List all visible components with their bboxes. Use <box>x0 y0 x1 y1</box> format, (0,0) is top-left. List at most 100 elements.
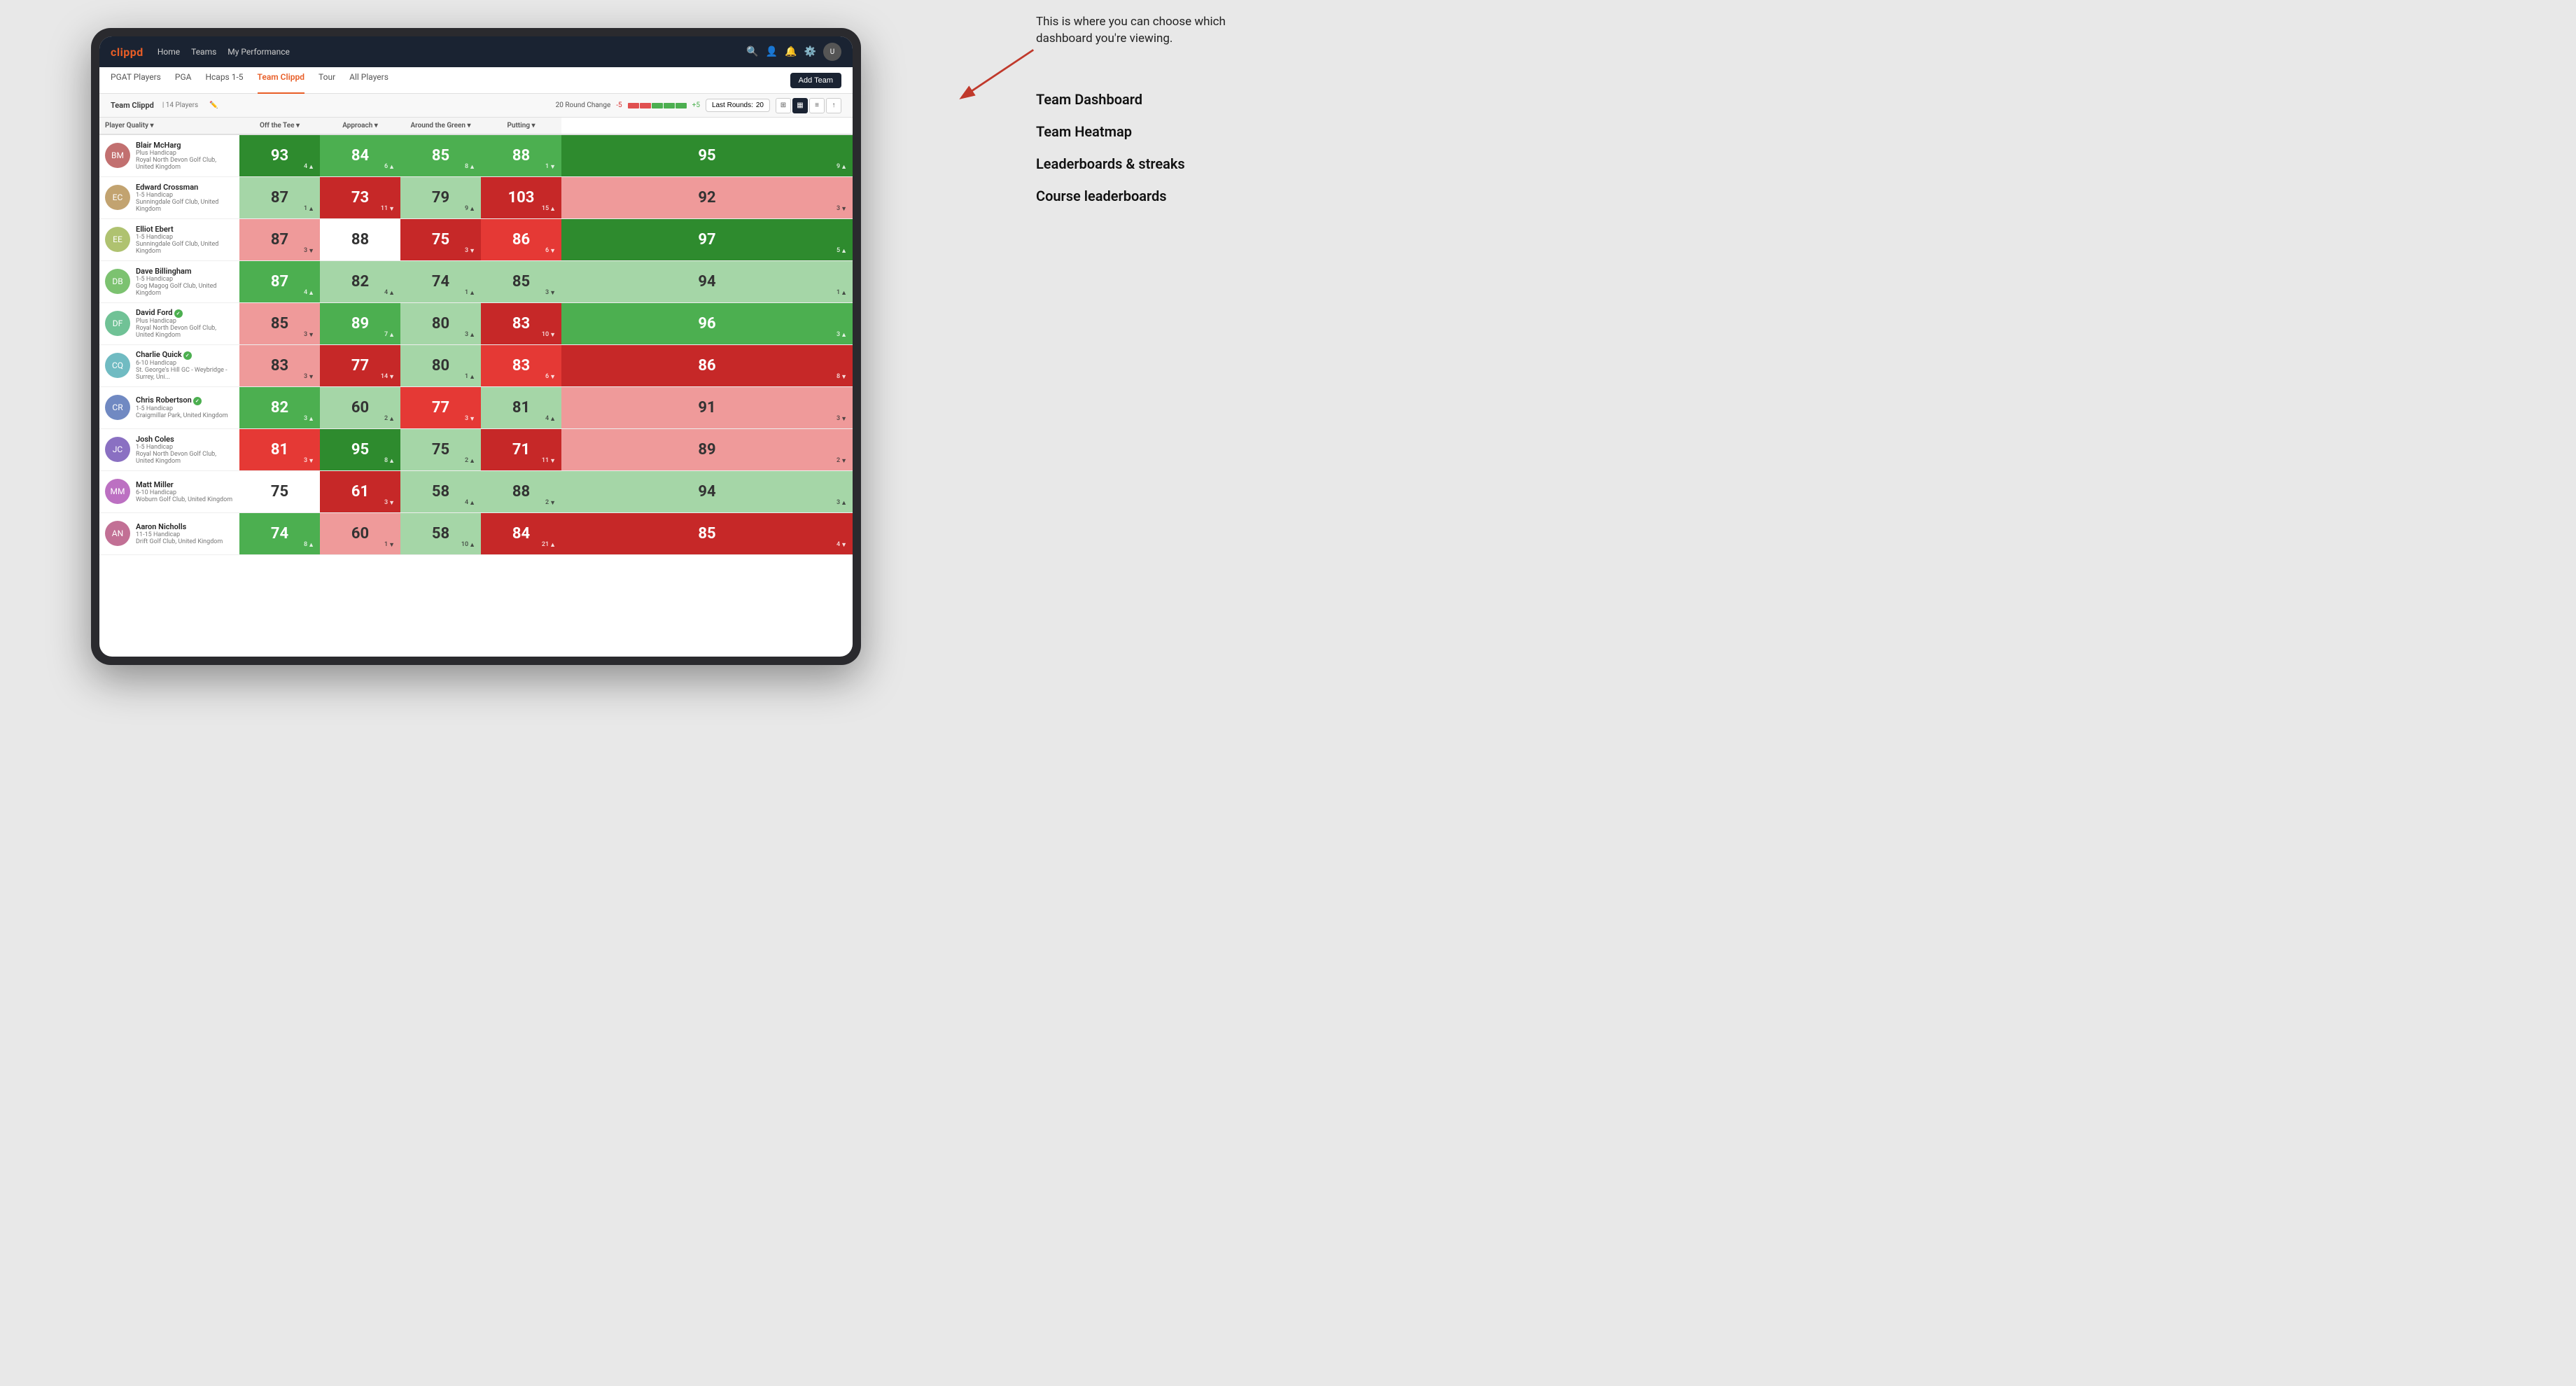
up-arrow-icon <box>841 289 847 297</box>
score-value: 82 <box>351 273 369 290</box>
person-icon[interactable]: 👤 <box>766 46 778 57</box>
down-arrow-icon <box>469 247 475 255</box>
edit-icon[interactable]: ✏️ <box>209 102 218 109</box>
header-approach[interactable]: Approach ▾ <box>320 118 400 134</box>
score-cell-0-0: 93 4 <box>239 134 320 176</box>
up-arrow-icon <box>841 331 847 339</box>
bar-neg-1 <box>628 103 639 108</box>
score-value: 87 <box>271 189 288 206</box>
nav-item-performance[interactable]: My Performance <box>227 47 290 57</box>
score-change: 4 <box>304 163 314 171</box>
score-value: 77 <box>432 399 449 416</box>
bell-icon[interactable]: 🔔 <box>785 46 797 57</box>
nav-item-home[interactable]: Home <box>158 47 180 57</box>
team-header: Team Clippd | 14 Players ✏️ 20 Round Cha… <box>99 94 853 118</box>
table-row[interactable]: JC Josh Coles 1-5 Handicap Royal North D… <box>99 428 853 470</box>
down-arrow-icon <box>841 541 847 549</box>
table-row[interactable]: EC Edward Crossman 1-5 Handicap Sunningd… <box>99 176 853 218</box>
user-avatar[interactable]: U <box>823 43 841 61</box>
table-row[interactable]: AN Aaron Nicholls 11-15 Handicap Drift G… <box>99 512 853 554</box>
score-value: 94 <box>698 483 715 500</box>
table-row[interactable]: CR Chris Robertson✓ 1-5 Handicap Craigmi… <box>99 386 853 428</box>
tab-pga[interactable]: PGA <box>175 67 192 94</box>
down-arrow-icon <box>550 457 556 465</box>
nav-item-teams[interactable]: Teams <box>191 47 216 57</box>
score-change: 1 <box>465 373 475 381</box>
table-row[interactable]: MM Matt Miller 6-10 Handicap Woburn Golf… <box>99 470 853 512</box>
last-rounds-button[interactable]: Last Rounds: 20 <box>706 99 770 112</box>
last-rounds-value: 20 <box>756 102 764 109</box>
down-arrow-icon <box>550 289 556 297</box>
header-player-quality[interactable]: Player Quality ▾ <box>99 118 239 134</box>
score-value: 80 <box>432 315 449 332</box>
add-team-button[interactable]: Add Team <box>790 73 841 88</box>
down-arrow-icon <box>550 499 556 507</box>
score-cell-3-0: 87 4 <box>239 260 320 302</box>
tab-tour[interactable]: Tour <box>318 67 335 94</box>
grid-view-icon[interactable]: ⊞ <box>776 98 791 113</box>
up-arrow-icon <box>841 247 847 255</box>
score-cell-1-0: 87 1 <box>239 176 320 218</box>
score-value: 87 <box>271 273 288 290</box>
score-value: 81 <box>271 441 288 458</box>
table-row[interactable]: DB Dave Billingham 1-5 Handicap Gog Mago… <box>99 260 853 302</box>
settings-icon[interactable]: ⚙️ <box>804 46 816 57</box>
score-cell-8-4: 94 3 <box>561 470 853 512</box>
table-row[interactable]: DF David Ford✓ Plus Handicap Royal North… <box>99 302 853 344</box>
header-putting[interactable]: Putting ▾ <box>481 118 561 134</box>
score-value: 85 <box>512 273 530 290</box>
score-cell-0-2: 85 8 <box>400 134 481 176</box>
score-cell-5-4: 86 8 <box>561 344 853 386</box>
down-arrow-icon <box>308 247 314 255</box>
down-arrow-icon <box>550 373 556 381</box>
tab-hcaps[interactable]: Hcaps 1-5 <box>205 67 243 94</box>
score-change: 1 <box>304 205 314 213</box>
score-value: 82 <box>271 399 288 416</box>
score-change: 1 <box>545 163 556 171</box>
table-row[interactable]: CQ Charlie Quick✓ 6-10 Handicap St. Geor… <box>99 344 853 386</box>
player-handicap: 1-5 Handicap <box>136 276 234 283</box>
up-arrow-icon <box>469 499 475 507</box>
up-arrow-icon <box>308 289 314 297</box>
list-view-icon[interactable]: ≡ <box>809 98 825 113</box>
tab-pgat-players[interactable]: PGAT Players <box>111 67 161 94</box>
down-arrow-icon <box>308 373 314 381</box>
score-value: 103 <box>508 189 535 206</box>
score-value: 88 <box>512 147 530 164</box>
score-change: 3 <box>836 499 847 507</box>
tab-team-clippd[interactable]: Team Clippd <box>258 67 304 94</box>
bar-neg-2 <box>640 103 651 108</box>
table-row[interactable]: EE Elliot Ebert 1-5 Handicap Sunningdale… <box>99 218 853 260</box>
player-table-body: BM Blair McHarg Plus Handicap Royal Nort… <box>99 134 853 554</box>
export-icon[interactable]: ↑ <box>826 98 841 113</box>
score-change: 10 <box>461 541 475 549</box>
header-around-green[interactable]: Around the Green ▾ <box>400 118 481 134</box>
heatmap-view-icon[interactable]: ▦ <box>792 98 808 113</box>
option-leaderboards: Leaderboards & streaks <box>1036 154 1274 174</box>
round-bar <box>628 103 687 108</box>
player-handicap: 6-10 Handicap <box>136 489 234 496</box>
up-arrow-icon <box>308 163 314 171</box>
score-change: 3 <box>836 331 847 339</box>
score-change: 3 <box>465 247 475 255</box>
player-handicap: Plus Handicap <box>136 318 234 325</box>
tab-all-players[interactable]: All Players <box>349 67 388 94</box>
table-row[interactable]: BM Blair McHarg Plus Handicap Royal Nort… <box>99 134 853 176</box>
score-change: 3 <box>465 415 475 423</box>
score-cell-7-2: 75 2 <box>400 428 481 470</box>
player-name: David Ford✓ <box>136 308 234 318</box>
header-off-tee[interactable]: Off the Tee ▾ <box>239 118 320 134</box>
down-arrow-icon <box>308 331 314 339</box>
player-avatar: MM <box>105 479 130 504</box>
score-cell-8-0: 75 <box>239 470 320 512</box>
search-icon[interactable]: 🔍 <box>746 46 758 57</box>
score-value: 75 <box>432 231 449 248</box>
table-container: Player Quality ▾ Off the Tee ▾ Approach … <box>99 118 853 657</box>
player-info-6: CR Chris Robertson✓ 1-5 Handicap Craigmi… <box>99 386 239 428</box>
tablet-screen: clippd Home Teams My Performance 🔍 👤 🔔 ⚙… <box>99 36 853 657</box>
tab-bar: PGAT Players PGA Hcaps 1-5 Team Clippd T… <box>99 67 853 94</box>
score-change: 6 <box>545 247 556 255</box>
option-team-heatmap: Team Heatmap <box>1036 122 1274 141</box>
score-cell-8-3: 88 2 <box>481 470 561 512</box>
score-value: 58 <box>432 483 449 500</box>
